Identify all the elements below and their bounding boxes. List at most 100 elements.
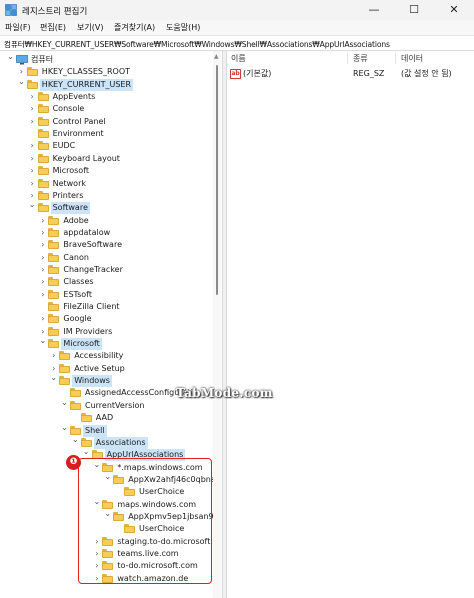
- tree-node[interactable]: ⌄ Associations: [0, 435, 213, 449]
- menu-file[interactable]: 파일(F): [5, 22, 31, 33]
- chevron-down-icon[interactable]: ⌄: [28, 200, 37, 210]
- tree-node[interactable]: › Accessibility: [0, 350, 213, 362]
- tree-node[interactable]: AAD: [0, 412, 213, 424]
- tree-node-label: Windows: [72, 375, 112, 388]
- tree-node-label: Google: [63, 314, 92, 324]
- column-divider[interactable]: [347, 53, 348, 64]
- tree-node[interactable]: › Keyboard Layout: [0, 153, 213, 165]
- tree-scrollbar[interactable]: ▲: [213, 51, 221, 598]
- tree-node[interactable]: › appdatalow: [0, 227, 213, 239]
- tree-node-label: AppEvents: [52, 92, 96, 102]
- chevron-right-icon[interactable]: ›: [28, 92, 37, 102]
- tree-node[interactable]: › Console: [0, 103, 213, 115]
- chevron-right-icon[interactable]: ›: [38, 240, 47, 250]
- chevron-right-icon[interactable]: ›: [38, 228, 47, 238]
- chevron-right-icon[interactable]: ›: [28, 166, 37, 176]
- chevron-right-icon[interactable]: ›: [38, 314, 47, 324]
- tree-node[interactable]: FileZilla Client: [0, 301, 213, 313]
- tree-node[interactable]: › Control Panel: [0, 116, 213, 128]
- tree-node[interactable]: ⌄ HKEY_CURRENT_USER: [0, 77, 213, 91]
- tree-node[interactable]: › Google: [0, 313, 213, 325]
- tree-node[interactable]: › Classes: [0, 276, 213, 288]
- column-name[interactable]: 이름: [227, 51, 246, 66]
- computer-icon: [16, 55, 28, 65]
- tree-node[interactable]: › EUDC: [0, 140, 213, 152]
- tree-node[interactable]: ⌄ Microsoft: [0, 336, 213, 351]
- scrollbar-thumb[interactable]: [216, 65, 218, 295]
- tree-node[interactable]: ⌄ CurrentVersion: [0, 398, 213, 412]
- column-data[interactable]: 데이터: [397, 51, 423, 66]
- tree-node-label: IM Providers: [63, 326, 113, 336]
- chevron-down-icon[interactable]: ⌄: [60, 398, 69, 408]
- folder-icon: [70, 400, 81, 410]
- annotation-box: [78, 458, 212, 584]
- tree-node[interactable]: ⌄ 컴퓨터: [0, 52, 213, 66]
- chevron-right-icon[interactable]: ›: [28, 117, 37, 127]
- chevron-right-icon[interactable]: ›: [38, 265, 47, 275]
- column-type[interactable]: 종류: [349, 51, 368, 66]
- chevron-right-icon[interactable]: ›: [38, 253, 47, 263]
- chevron-right-icon[interactable]: ›: [28, 179, 37, 189]
- menu-view[interactable]: 보기(V): [77, 22, 103, 33]
- chevron-right-icon[interactable]: ›: [49, 351, 58, 361]
- folder-icon: [59, 376, 71, 386]
- tree-node-label: Shell: [83, 424, 107, 437]
- address-bar[interactable]: 컴퓨터₩HKEY_CURRENT_USER₩Software₩Microsoft…: [0, 35, 474, 51]
- folder-icon: [37, 203, 49, 213]
- chevron-right-icon[interactable]: ›: [28, 154, 37, 164]
- tree-node[interactable]: › Adobe: [0, 215, 213, 227]
- tree-node[interactable]: › IM Providers: [0, 326, 213, 338]
- tree-node[interactable]: › Microsoft: [0, 165, 213, 177]
- chevron-right-icon[interactable]: ›: [38, 216, 47, 226]
- address-path[interactable]: 컴퓨터₩HKEY_CURRENT_USER₩Software₩Microsoft…: [4, 39, 390, 50]
- maximize-button[interactable]: ☐: [394, 0, 434, 20]
- tree-node[interactable]: › ESTsoft: [0, 289, 213, 301]
- scroll-up-icon[interactable]: ▲: [214, 53, 219, 60]
- chevron-right-icon[interactable]: ›: [28, 141, 37, 151]
- registry-editor-icon: [5, 4, 17, 16]
- values-list[interactable]: 이름 종류 데이터 ab (기본값) REG_SZ (값 설정 안 됨): [227, 51, 474, 598]
- tree-node-label: Canon: [63, 252, 89, 262]
- folder-icon: [48, 240, 60, 250]
- value-row[interactable]: ab (기본값) REG_SZ (값 설정 안 됨): [227, 68, 474, 80]
- chevron-down-icon[interactable]: ⌄: [6, 52, 15, 62]
- tree-node[interactable]: Environment: [0, 128, 213, 140]
- folder-icon: [37, 129, 49, 139]
- menu-help[interactable]: 도움말(H): [166, 22, 200, 33]
- tree-node[interactable]: ⌄ Software: [0, 200, 213, 215]
- tree-node[interactable]: › Network: [0, 178, 213, 190]
- tree-node[interactable]: ⌄ Shell: [0, 423, 213, 437]
- chevron-down-icon[interactable]: ⌄: [71, 435, 80, 445]
- close-button[interactable]: ✕: [434, 0, 474, 20]
- chevron-right-icon[interactable]: ›: [38, 290, 47, 300]
- column-divider[interactable]: [395, 53, 396, 64]
- tree-node-label: Active Setup: [74, 363, 125, 373]
- chevron-down-icon[interactable]: ⌄: [60, 423, 69, 433]
- menu-favorites[interactable]: 즐겨찾기(A): [114, 22, 155, 33]
- folder-icon: [48, 227, 60, 237]
- menu-edit[interactable]: 편집(E): [40, 22, 66, 33]
- tree-node-label: appdatalow: [63, 227, 111, 237]
- chevron-down-icon[interactable]: ⌄: [38, 336, 47, 346]
- tree-node[interactable]: › ChangeTracker: [0, 264, 213, 276]
- chevron-down-icon[interactable]: ⌄: [49, 373, 58, 383]
- folder-icon: [48, 302, 60, 311]
- tree-node[interactable]: › HKEY_CLASSES_ROOT: [0, 66, 213, 78]
- folder-icon: [37, 178, 49, 188]
- tree-node-label: Keyboard Layout: [52, 153, 120, 163]
- folder-icon: [59, 363, 71, 373]
- tree-node[interactable]: › Canon: [0, 252, 213, 264]
- tree-node-label: ESTsoft: [63, 289, 92, 299]
- menu-bar: 파일(F) 편집(E) 보기(V) 즐겨찾기(A) 도움말(H): [0, 20, 474, 35]
- tree-node[interactable]: › BraveSoftware: [0, 239, 213, 251]
- chevron-down-icon[interactable]: ⌄: [17, 77, 26, 87]
- chevron-right-icon[interactable]: ›: [38, 277, 47, 287]
- chevron-right-icon[interactable]: ›: [28, 104, 37, 114]
- value-name: (기본값): [243, 69, 272, 78]
- folder-icon: [48, 289, 60, 299]
- minimize-button[interactable]: —: [354, 0, 394, 20]
- folder-icon: [48, 314, 60, 324]
- tree-node[interactable]: › Active Setup: [0, 363, 213, 375]
- tree-node[interactable]: › AppEvents: [0, 91, 213, 103]
- chevron-down-icon[interactable]: ⌄: [82, 447, 91, 457]
